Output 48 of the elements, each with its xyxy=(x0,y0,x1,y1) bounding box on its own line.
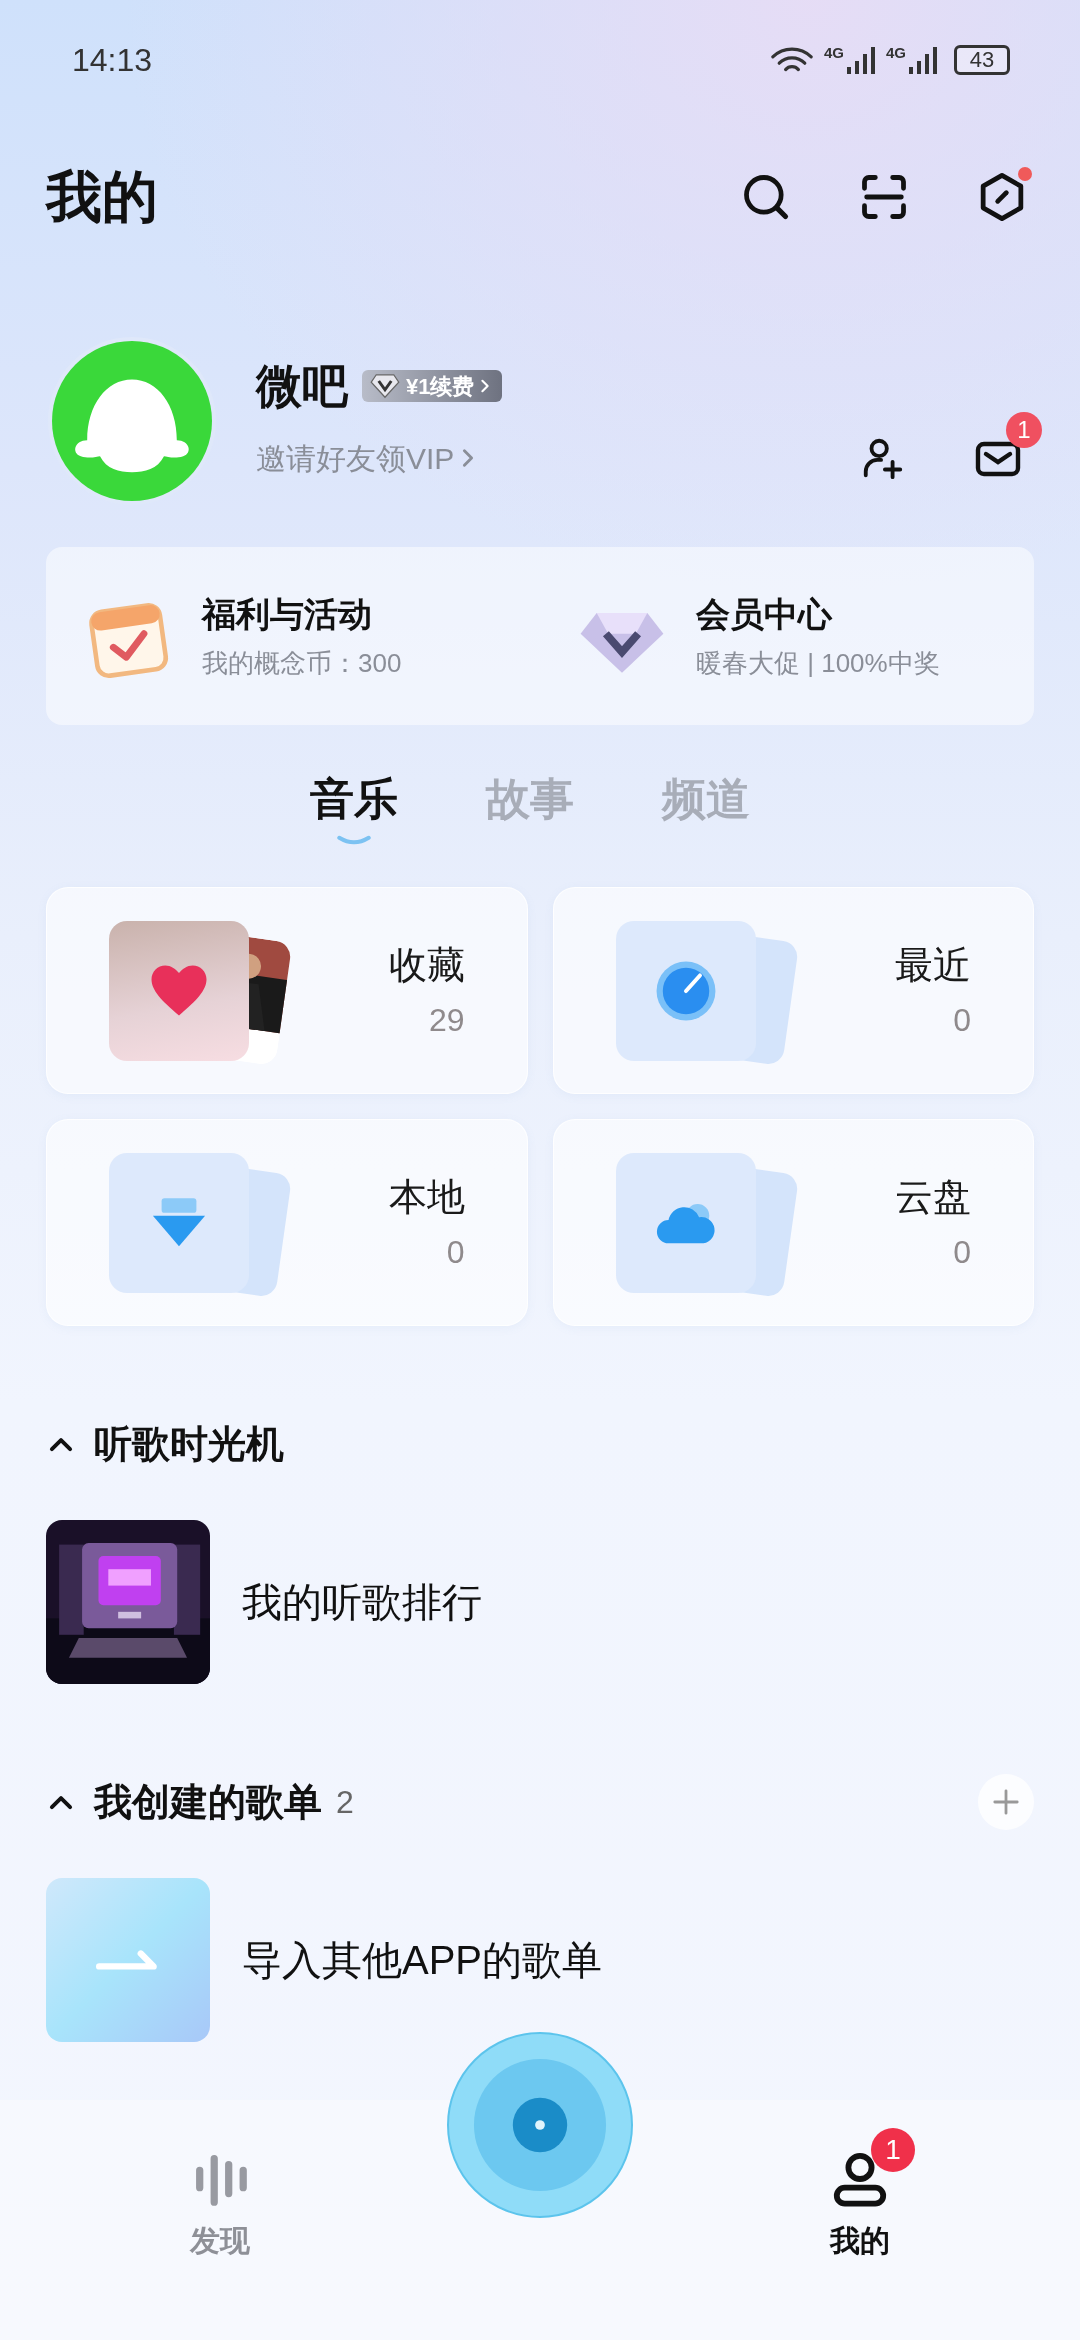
person-icon xyxy=(831,2150,889,2208)
plus-icon xyxy=(992,1788,1020,1816)
promo-item[interactable]: 福利与活动 我的概念币：300 xyxy=(46,589,540,683)
category-tab[interactable]: 音乐 xyxy=(310,773,398,845)
playlist-title: 导入其他APP的歌单 xyxy=(242,1937,603,1984)
collapse-caret-icon[interactable] xyxy=(48,1794,74,1810)
library-count: 0 xyxy=(446,1232,465,1271)
gauge-icon xyxy=(654,959,717,1022)
playlist-title: 我的听歌排行 xyxy=(242,1579,482,1626)
playlist-row[interactable]: 导入其他APP的歌单 xyxy=(0,1878,1080,2042)
promo-subtitle: 我的概念币：300 xyxy=(202,647,402,680)
diamond-icon xyxy=(370,373,400,399)
library-label: 收藏 xyxy=(388,942,465,987)
signal-icon xyxy=(908,45,938,75)
promo-item[interactable]: 会员中心 暖春大促 | 100%中奖 xyxy=(540,589,1034,683)
disc-icon xyxy=(472,2057,608,2193)
library-label: 本地 xyxy=(388,1174,465,1219)
unread-badge: 1 xyxy=(871,2128,915,2172)
library-count: 29 xyxy=(428,1000,465,1039)
library-label: 云盘 xyxy=(895,1174,971,1219)
collapse-caret-icon[interactable] xyxy=(48,1436,74,1452)
tab-indicator xyxy=(337,835,371,845)
signal-icon xyxy=(846,45,876,75)
promo-title: 会员中心 xyxy=(696,594,834,635)
library-card[interactable]: 收藏 29 xyxy=(46,887,528,1094)
network-type: 4G xyxy=(823,45,844,61)
status-time: 14:13 xyxy=(72,41,153,80)
library-count: 0 xyxy=(953,1232,971,1271)
promo-title: 福利与活动 xyxy=(202,594,373,635)
promo-subtitle: 暖春大促 | 100%中奖 xyxy=(696,647,940,680)
heart-icon xyxy=(149,963,209,1018)
library-card[interactable]: 最近 0 xyxy=(552,887,1034,1094)
library-card[interactable]: 本地 0 xyxy=(46,1119,528,1326)
network-type: 4G xyxy=(886,45,906,61)
playlist-row[interactable]: 我的听歌排行 xyxy=(0,1520,1080,1684)
section-count: 2 xyxy=(336,1783,354,1822)
library-label: 最近 xyxy=(895,942,971,987)
user-name: 微吧 xyxy=(256,360,348,412)
section-title: 我创建的歌单 xyxy=(94,1779,322,1825)
nav-tab[interactable]: 1 我的 xyxy=(640,2100,1080,2263)
section-title: 听歌时光机 xyxy=(94,1421,284,1467)
library-card[interactable]: 云盘 0 xyxy=(552,1119,1034,1326)
chevron-right-icon xyxy=(480,379,491,393)
library-count: 0 xyxy=(953,1000,971,1039)
page-title: 我的 xyxy=(46,164,158,230)
battery-indicator: 43 xyxy=(954,45,1010,75)
unread-badge: 1 xyxy=(1006,412,1042,448)
chevron-right-icon xyxy=(462,448,475,468)
